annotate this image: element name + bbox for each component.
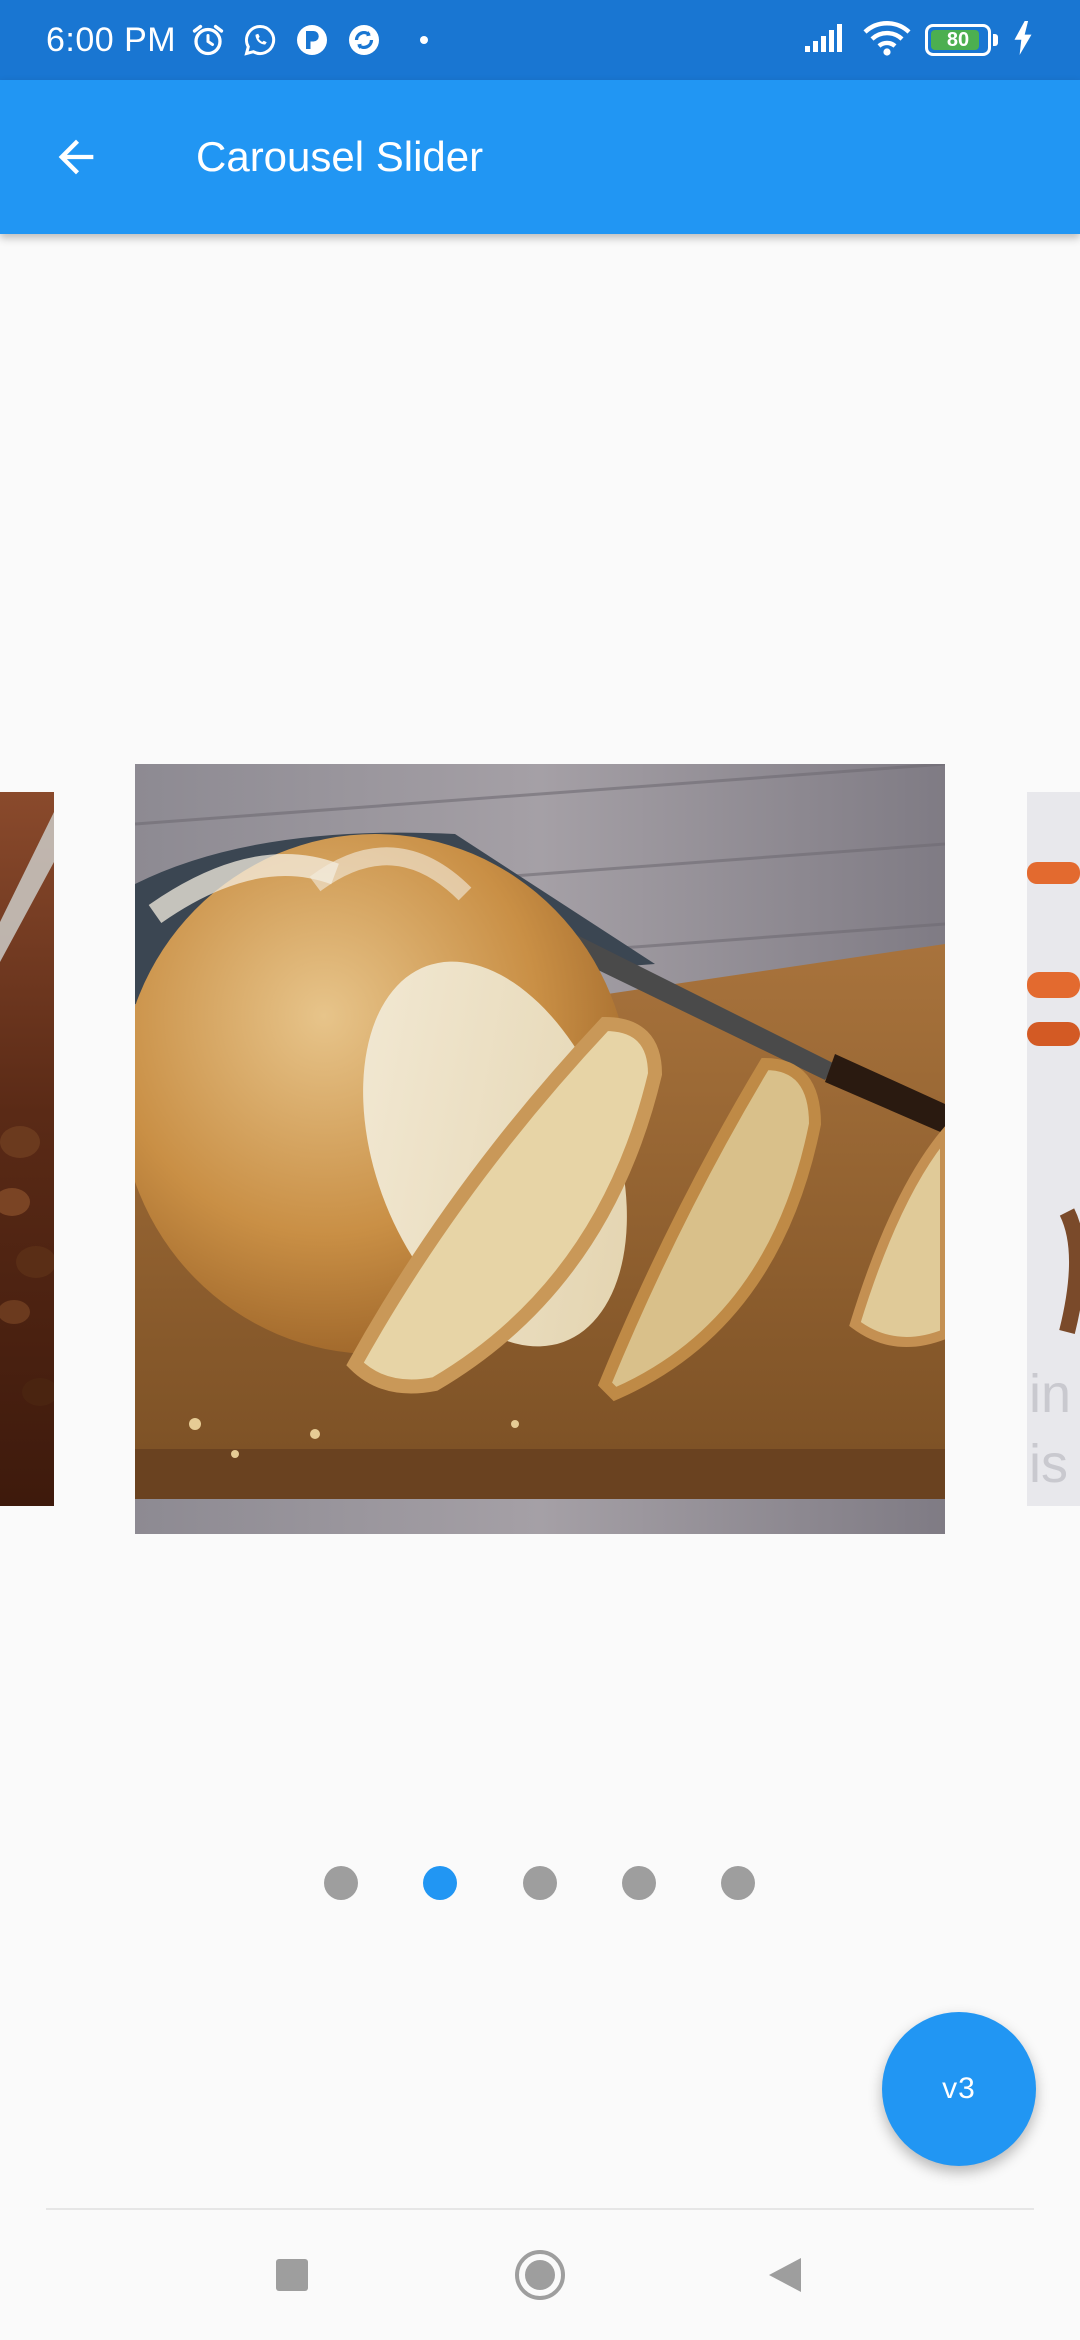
back-triangle-icon [769,2258,801,2292]
arrow-back-icon [58,139,94,175]
carrots-image: in is [1027,792,1080,1506]
status-system-icons: 80 [803,20,1034,61]
indicator-dot[interactable] [324,1866,358,1900]
home-circle-icon [515,2250,565,2300]
coffee-beans-image [0,792,54,1506]
battery-icon: 80 [925,24,991,56]
svg-text:in: in [1029,1364,1071,1424]
status-time: 6:00 PM [46,20,177,59]
indicator-dot[interactable] [523,1866,557,1900]
version-fab-button[interactable]: v3 [882,2012,1036,2166]
indicator-dot-active[interactable] [423,1866,457,1900]
indicator-dot[interactable] [622,1866,656,1900]
notification-dot [420,36,429,44]
back-nav-button[interactable] [725,2210,845,2340]
recents-square-icon [276,2259,308,2291]
carousel-slider[interactable]: in is [0,234,1080,1900]
status-notification-icons [188,20,384,60]
carousel-indicator [0,1866,1080,1900]
carousel-slide-next[interactable]: in is [1027,792,1080,1506]
battery-level: 80 [946,28,970,51]
svg-text:is: is [1029,1434,1068,1494]
app-bar: Carousel Slider [0,80,1080,234]
fab-label: v3 [942,2072,976,2105]
signal-icon [803,22,849,59]
alarm-icon [188,20,228,60]
back-button[interactable] [36,117,116,197]
charging-icon [1012,20,1034,60]
page-title: Carousel Slider [196,133,484,180]
home-button[interactable] [480,2210,600,2340]
status-bar: 6:00 PM 80 [0,0,1080,80]
system-nav-bar [0,2210,1080,2340]
carousel-slide-previous[interactable] [0,792,54,1506]
p-app-icon [292,20,332,60]
carousel-slide-current[interactable] [135,764,945,1534]
whatsapp-icon [240,20,280,60]
wifi-icon [863,20,911,61]
sync-app-icon [344,20,384,60]
recents-button[interactable] [232,2210,352,2340]
battery-cap [993,34,998,46]
indicator-dot[interactable] [721,1866,755,1900]
bread-loaf-image [135,764,945,1534]
